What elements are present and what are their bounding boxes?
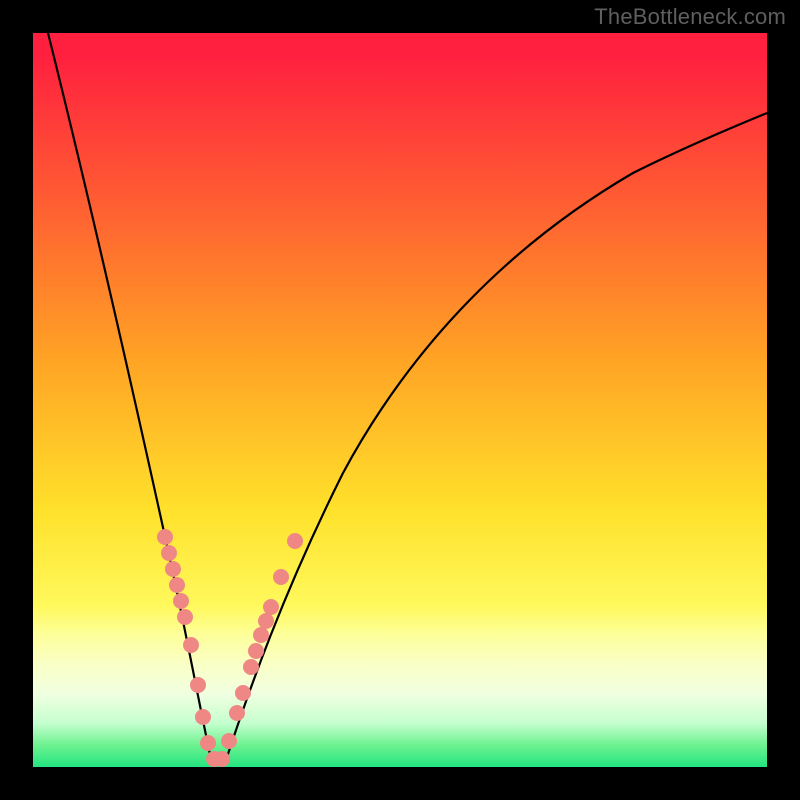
watermark-text: TheBottleneck.com — [594, 4, 786, 30]
heat-gradient-background — [33, 33, 767, 767]
plot-area — [33, 33, 767, 767]
